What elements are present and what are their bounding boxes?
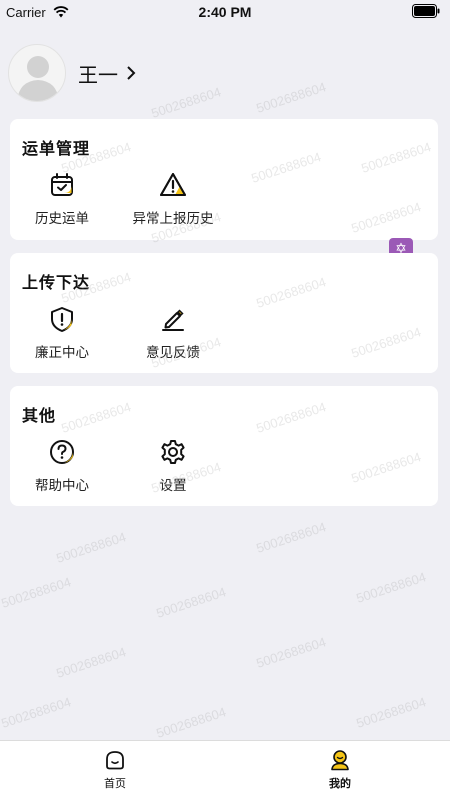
watermark: 50026886​04	[0, 574, 73, 611]
section-title: 其他	[22, 406, 57, 425]
tab-label: 我的	[329, 777, 351, 790]
clock: 2:40 PM	[198, 4, 252, 20]
waybill-management-card: 运单管理 历史运单 异常上报历史	[10, 119, 438, 240]
upload-download-card: 上传下达 廉正中心 意见反馈	[10, 253, 438, 373]
history-waybill-button[interactable]: 历史运单	[20, 171, 104, 227]
gear-icon	[161, 440, 185, 464]
chevron-right-icon[interactable]	[126, 65, 136, 81]
bottom-tab-bar: 首页 我的	[0, 740, 450, 800]
watermark: 50026886​04	[54, 529, 128, 566]
watermark: 50026886​04	[354, 694, 428, 731]
tab-mine[interactable]: 我的	[280, 749, 400, 791]
tab-label: 首页	[104, 777, 126, 790]
exception-report-history-button[interactable]: 异常上报历史	[114, 171, 232, 227]
section-title: 上传下达	[22, 273, 91, 292]
avatar[interactable]	[8, 44, 66, 102]
watermark: 50026886​04	[149, 84, 223, 121]
other-card: 其他 帮助中心 设置	[10, 386, 438, 506]
item-label: 帮助中心	[35, 478, 89, 494]
help-circle-icon	[50, 440, 74, 464]
watermark: 50026886​04	[354, 569, 428, 606]
settings-button[interactable]: 设置	[114, 438, 232, 494]
battery-icon	[412, 4, 440, 18]
item-label: 廉正中心	[35, 345, 89, 361]
feedback-button[interactable]: 意见反馈	[114, 305, 232, 361]
tab-home[interactable]: 首页	[55, 749, 175, 791]
watermark: 50026886​04	[54, 644, 128, 681]
watermark: 50026886​04	[0, 694, 73, 731]
shield-alert-icon	[51, 307, 73, 332]
item-label: 异常上报历史	[132, 211, 214, 227]
warning-icon	[160, 173, 186, 196]
item-label: 历史运单	[35, 211, 89, 227]
section-title: 运单管理	[22, 139, 91, 158]
watermark: 50026886​04	[254, 79, 328, 116]
watermark: 50026886​04	[154, 584, 228, 621]
help-center-button[interactable]: 帮助中心	[20, 438, 104, 494]
item-label: 意见反馈	[146, 345, 200, 361]
watermark: 50026886​04	[154, 704, 228, 741]
user-name[interactable]: 王一	[78, 59, 118, 88]
item-label: 设置	[159, 478, 187, 494]
profile-header[interactable]: 王一	[8, 43, 136, 103]
default-avatar-icon	[17, 56, 59, 101]
profile-screen: Carrier 2:40 PM 王一 运单管理 历史运单 异常上报历史 ✡ 上传…	[0, 0, 450, 800]
home-face-icon	[106, 751, 124, 770]
integrity-center-button[interactable]: 廉正中心	[20, 305, 104, 361]
user-icon	[331, 750, 349, 771]
status-bar: Carrier 2:40 PM	[0, 0, 450, 26]
watermark: 50026886​04	[254, 634, 328, 671]
pen-icon	[162, 309, 184, 331]
calendar-check-icon	[51, 173, 73, 196]
watermark: 50026886​04	[254, 519, 328, 556]
